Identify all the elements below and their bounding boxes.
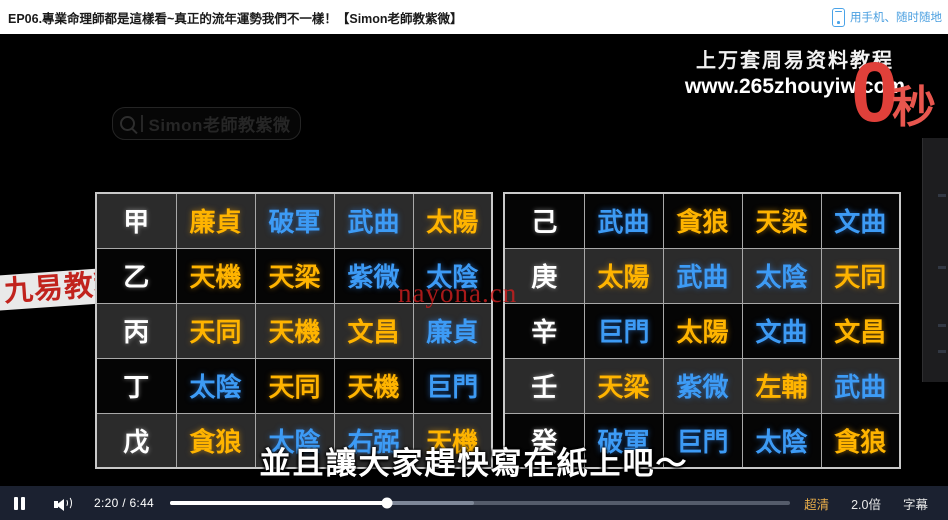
promo-zero-digit: 0 [851, 45, 898, 139]
stem-cell: 丙 [95, 302, 177, 359]
side-panel-item[interactable] [938, 324, 946, 327]
volume-button[interactable] [36, 486, 82, 520]
stem-cell: 甲 [95, 192, 177, 249]
star-cell: 廉貞 [175, 192, 256, 249]
promo-line-1: 上万套周易资料教程 [696, 50, 894, 72]
star-cell: 文昌 [820, 302, 901, 359]
stem-cell: 己 [503, 192, 585, 249]
subtitle-button[interactable]: 字幕 [903, 494, 928, 513]
star-cell: 武曲 [662, 247, 743, 304]
star-cell: 左輔 [741, 357, 822, 414]
star-cell: 武曲 [820, 357, 901, 414]
video-frame: Simon老師教紫微 上万套周易资料教程 www.265zhouyiw.com … [0, 34, 948, 486]
progress-bar[interactable] [170, 486, 791, 520]
sihua-tables: 甲 廉貞 破軍 武曲 太陽 乙 天機 天梁 紫微 太陰 丙 天同 天機 文昌 廉… [95, 192, 901, 469]
star-cell: 文曲 [820, 192, 901, 249]
star-cell: 太陰 [175, 357, 256, 414]
star-cell: 天機 [333, 357, 414, 414]
star-cell: 文昌 [333, 302, 414, 359]
table-row: 丙 天同 天機 文昌 廉貞 [95, 302, 493, 359]
progress-handle[interactable] [381, 497, 393, 509]
star-cell: 巨門 [412, 357, 493, 414]
star-cell: 天同 [254, 357, 335, 414]
star-cell: 天同 [175, 302, 256, 359]
star-cell: 天同 [820, 247, 901, 304]
page-header: EP06.專業命理師都是這樣看~真正的流年運勢我們不一樣！【Simon老師教紫微… [0, 0, 948, 34]
control-options: 超清 2.0倍 字幕 [804, 494, 928, 513]
star-cell: 廉貞 [412, 302, 493, 359]
video-subtitle: 並且讓大家趕快寫在紙上吧～ [259, 446, 689, 481]
side-panel-item[interactable] [938, 194, 946, 197]
table-row: 庚 太陽 武曲 太陰 天同 [503, 247, 901, 304]
table-row: 丁 太陰 天同 天機 巨門 [95, 357, 493, 414]
video-stage[interactable]: Simon老師教紫微 上万套周易资料教程 www.265zhouyiw.com … [0, 34, 948, 486]
star-cell: 天梁 [254, 247, 335, 304]
star-cell: 天機 [175, 247, 256, 304]
video-player-page: EP06.專業命理師都是這樣看~真正的流年運勢我們不一樣！【Simon老師教紫微… [0, 0, 948, 520]
mobile-promo-label: 用手机、随时随地 [850, 12, 942, 24]
star-cell: 武曲 [583, 192, 664, 249]
star-cell: 太陽 [662, 302, 743, 359]
star-cell: 紫微 [662, 357, 743, 414]
stem-cell: 乙 [95, 247, 177, 304]
progress-track[interactable] [170, 497, 791, 509]
watermark-divider [141, 115, 143, 132]
star-cell: 太陽 [583, 247, 664, 304]
star-cell: 破軍 [254, 192, 335, 249]
sihua-table-left: 甲 廉貞 破軍 武曲 太陽 乙 天機 天梁 紫微 太陰 丙 天同 天機 文昌 廉… [95, 192, 493, 469]
center-watermark: nayona.cn [398, 278, 518, 308]
side-panel-item[interactable] [938, 350, 946, 353]
side-panel[interactable] [922, 138, 948, 382]
volume-icon-wave-large [63, 496, 72, 510]
player-controls: 2:20 / 6:44 超清 2.0倍 字幕 [0, 486, 948, 520]
speed-button[interactable]: 2.0倍 [851, 494, 881, 513]
volume-icon [48, 486, 82, 520]
sihua-table-right: 己 武曲 貪狼 天梁 文曲 庚 太陽 武曲 太陰 天同 辛 巨門 太陽 文曲 文… [503, 192, 901, 469]
channel-watermark-label: Simon老師教紫微 [148, 116, 291, 135]
star-cell: 文曲 [741, 302, 822, 359]
quality-button[interactable]: 超清 [804, 494, 829, 513]
table-row: 辛 巨門 太陽 文曲 文昌 [503, 302, 901, 359]
star-cell: 天梁 [741, 192, 822, 249]
table-right-body: 己 武曲 貪狼 天梁 文曲 庚 太陽 武曲 太陰 天同 辛 巨門 太陽 文曲 文… [503, 192, 901, 469]
search-icon [120, 116, 135, 131]
star-cell: 巨門 [583, 302, 664, 359]
star-cell: 太陽 [412, 192, 493, 249]
progress-played [170, 501, 388, 505]
channel-watermark: Simon老師教紫微 [112, 107, 302, 140]
mobile-promo[interactable]: 用手机、随时随地 [832, 7, 942, 27]
stem-cell: 丁 [95, 357, 177, 414]
star-cell: 天梁 [583, 357, 664, 414]
table-row: 甲 廉貞 破軍 武曲 太陽 [95, 192, 493, 249]
table-row: 己 武曲 貪狼 天梁 文曲 [503, 192, 901, 249]
time-display: 2:20 / 6:44 [94, 496, 155, 510]
play-pause-button[interactable] [0, 486, 36, 520]
table-row: 壬 天梁 紫微 左輔 武曲 [503, 357, 901, 414]
stem-cell: 壬 [503, 357, 585, 414]
star-cell: 天機 [254, 302, 335, 359]
star-cell: 貪狼 [662, 192, 743, 249]
star-cell: 武曲 [333, 192, 414, 249]
star-cell: 太陰 [741, 247, 822, 304]
stem-cell: 辛 [503, 302, 585, 359]
promo-zero-unit: 秒 [892, 83, 936, 132]
page-title: EP06.專業命理師都是這樣看~真正的流年運勢我們不一樣！【Simon老師教紫微… [8, 11, 463, 26]
table-left-body: 甲 廉貞 破軍 武曲 太陽 乙 天機 天梁 紫微 太陰 丙 天同 天機 文昌 廉… [95, 192, 493, 469]
phone-icon [832, 7, 845, 27]
pause-icon [0, 486, 36, 520]
side-panel-item[interactable] [938, 266, 946, 269]
